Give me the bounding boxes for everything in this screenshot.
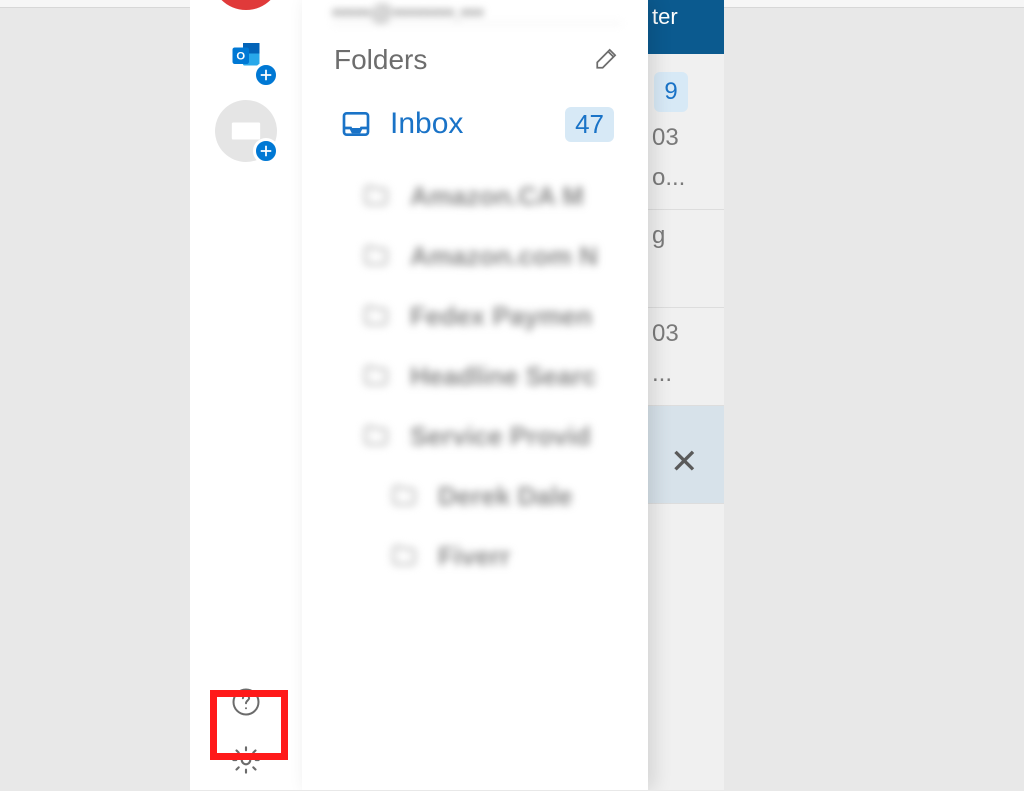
message-time: 03 <box>652 314 720 354</box>
folder-label: Fiverr <box>438 541 614 572</box>
folder-inbox[interactable]: Inbox 47 <box>332 94 622 154</box>
folder-label: Fedex Paymen <box>410 301 614 332</box>
pencil-icon <box>594 45 620 71</box>
folder-label: Headline Searc <box>410 361 614 392</box>
message-preview[interactable]: 03 ... <box>648 308 724 406</box>
message-snippet: ... <box>652 354 720 394</box>
inbox-icon <box>340 108 372 140</box>
account-email-header: •••••@••••••••.••• <box>332 0 622 24</box>
folder-item[interactable]: Headline Searc <box>332 346 622 406</box>
folder-icon <box>360 180 392 212</box>
folder-icon <box>360 360 392 392</box>
folders-drawer: •••••@••••••••.••• Folders Inbox 47 <box>302 0 648 790</box>
folder-item[interactable]: Fiverr <box>332 526 622 586</box>
help-icon <box>231 687 261 717</box>
folder-item[interactable]: Amazon.com N <box>332 226 622 286</box>
folder-icon <box>360 300 392 332</box>
edit-folders-button[interactable] <box>594 45 620 76</box>
folders-heading: Folders <box>334 44 427 76</box>
account-mail-generic[interactable] <box>215 100 277 162</box>
folder-icon <box>388 480 420 512</box>
svg-text:O: O <box>236 51 245 63</box>
message-preview[interactable]: g <box>648 210 724 308</box>
outlook-app-window: ter 9 03 o... g 03 ... ✕ O <box>190 0 724 790</box>
message-preview-selected[interactable]: ✕ <box>648 406 724 504</box>
folder-label: Derek Dale <box>438 481 614 512</box>
folder-icon <box>360 420 392 452</box>
folder-label: Amazon.CA M <box>410 181 614 212</box>
folder-item[interactable]: Fedex Paymen <box>332 286 622 346</box>
settings-button[interactable] <box>226 740 266 780</box>
message-snippet: g <box>652 216 720 256</box>
plus-icon <box>259 68 273 82</box>
account-rail: O <box>190 0 302 790</box>
folder-label: Service Provid <box>410 421 614 452</box>
folder-item[interactable]: Amazon.CA M <box>332 166 622 226</box>
account-outlook[interactable]: O <box>215 24 277 86</box>
plus-icon <box>259 144 273 158</box>
message-time: 03 <box>652 118 720 158</box>
close-icon[interactable]: ✕ <box>670 442 720 482</box>
message-preview[interactable]: 03 o... <box>648 112 724 210</box>
folder-icon <box>360 240 392 272</box>
folder-label: Inbox <box>390 107 547 141</box>
filter-tab-partial[interactable]: ter <box>648 0 724 54</box>
gear-icon <box>230 744 262 776</box>
account-avatar-primary[interactable] <box>211 0 281 10</box>
folder-item[interactable]: Service Provid <box>332 406 622 466</box>
folder-label: Amazon.com N <box>410 241 614 272</box>
folder-icon <box>388 540 420 572</box>
add-account-badge[interactable] <box>253 62 279 88</box>
message-snippet: o... <box>652 158 720 198</box>
unread-count-badge: 47 <box>565 107 614 142</box>
filter-count-badge: 9 <box>654 72 688 112</box>
add-account-badge[interactable] <box>253 138 279 164</box>
message-list-background: ter 9 03 o... g 03 ... ✕ <box>648 0 724 790</box>
help-button[interactable] <box>226 682 266 722</box>
folder-item[interactable]: Derek Dale <box>332 466 622 526</box>
